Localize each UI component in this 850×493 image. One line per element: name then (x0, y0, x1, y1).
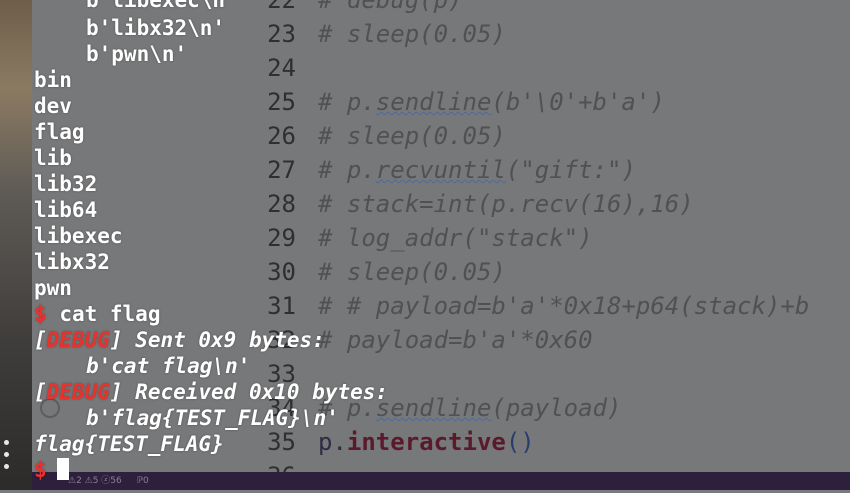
debug-tag: DEBUG (46, 328, 110, 352)
debug-sent-line: [DEBUG] Sent 0x9 bytes: (34, 328, 325, 352)
byte-line: b'libexec\n' (86, 0, 238, 12)
code-text: # stack=int(p.recv(16),16) (318, 190, 694, 218)
code-line: 27 # p.recvuntil("gift:") (32, 153, 636, 187)
prompt-symbol: $ (34, 458, 47, 482)
debug-tag: DEBUG (46, 380, 110, 404)
listing-item: dev (34, 94, 72, 118)
listing-item: bin (34, 68, 72, 92)
listing-item: libx32 (34, 250, 110, 274)
byte-line: b'libx32\n' (86, 16, 226, 40)
byte-line: b'pwn\n' (86, 42, 188, 66)
code-text: # debug(p) (318, 0, 463, 14)
command-line: $ cat flag (34, 301, 160, 327)
code-text: # sleep(0.05) (318, 20, 506, 48)
code-text: # # payload=b'a'*0x18+p64(stack)+b (318, 292, 810, 320)
code-text: # sleep(0.05) (318, 122, 506, 150)
listing-item: lib32 (34, 172, 98, 196)
status-bar: ⚠2 ⚠5 ⓩ56 ℙ0 (32, 472, 850, 490)
code-text: # sleep(0.05) (318, 258, 506, 286)
byte-line: b'cat flag\n' (86, 354, 251, 378)
code-text: # log_addr("stack") (318, 224, 593, 252)
problems-count[interactable]: ⚠2 ⚠5 ⓩ56 (68, 476, 122, 486)
input-line[interactable]: $ (34, 457, 69, 483)
listing-item: libexec (34, 224, 123, 248)
flag-output: flag{TEST_FLAG} (34, 432, 224, 456)
ports-count[interactable]: ℙ0 (137, 476, 149, 486)
code-line: 26 # sleep(0.05) (32, 119, 506, 153)
listing-item: lib64 (34, 198, 98, 222)
debug-recv-line: [DEBUG] Received 0x10 bytes: (34, 380, 389, 404)
code-line: 28 # stack=int(p.recv(16),16) (32, 187, 694, 221)
code-text: # payload=b'a'*0x60 (318, 326, 593, 354)
listing-item: pwn (34, 276, 72, 300)
desktop-sidebar (0, 0, 32, 490)
byte-line: b'flag{TEST_FLAG}\n' (86, 406, 339, 430)
listing-item: lib (34, 146, 72, 170)
listing-item: flag (34, 120, 85, 144)
text-cursor (56, 458, 69, 480)
prompt-symbol: $ (34, 302, 47, 326)
code-line: 25 # p.sendline(b'\0'+b'a') (32, 85, 665, 119)
command-text: cat flag (59, 302, 161, 326)
line-number: 25 (267, 88, 296, 116)
app-grid-icon[interactable] (4, 440, 14, 476)
